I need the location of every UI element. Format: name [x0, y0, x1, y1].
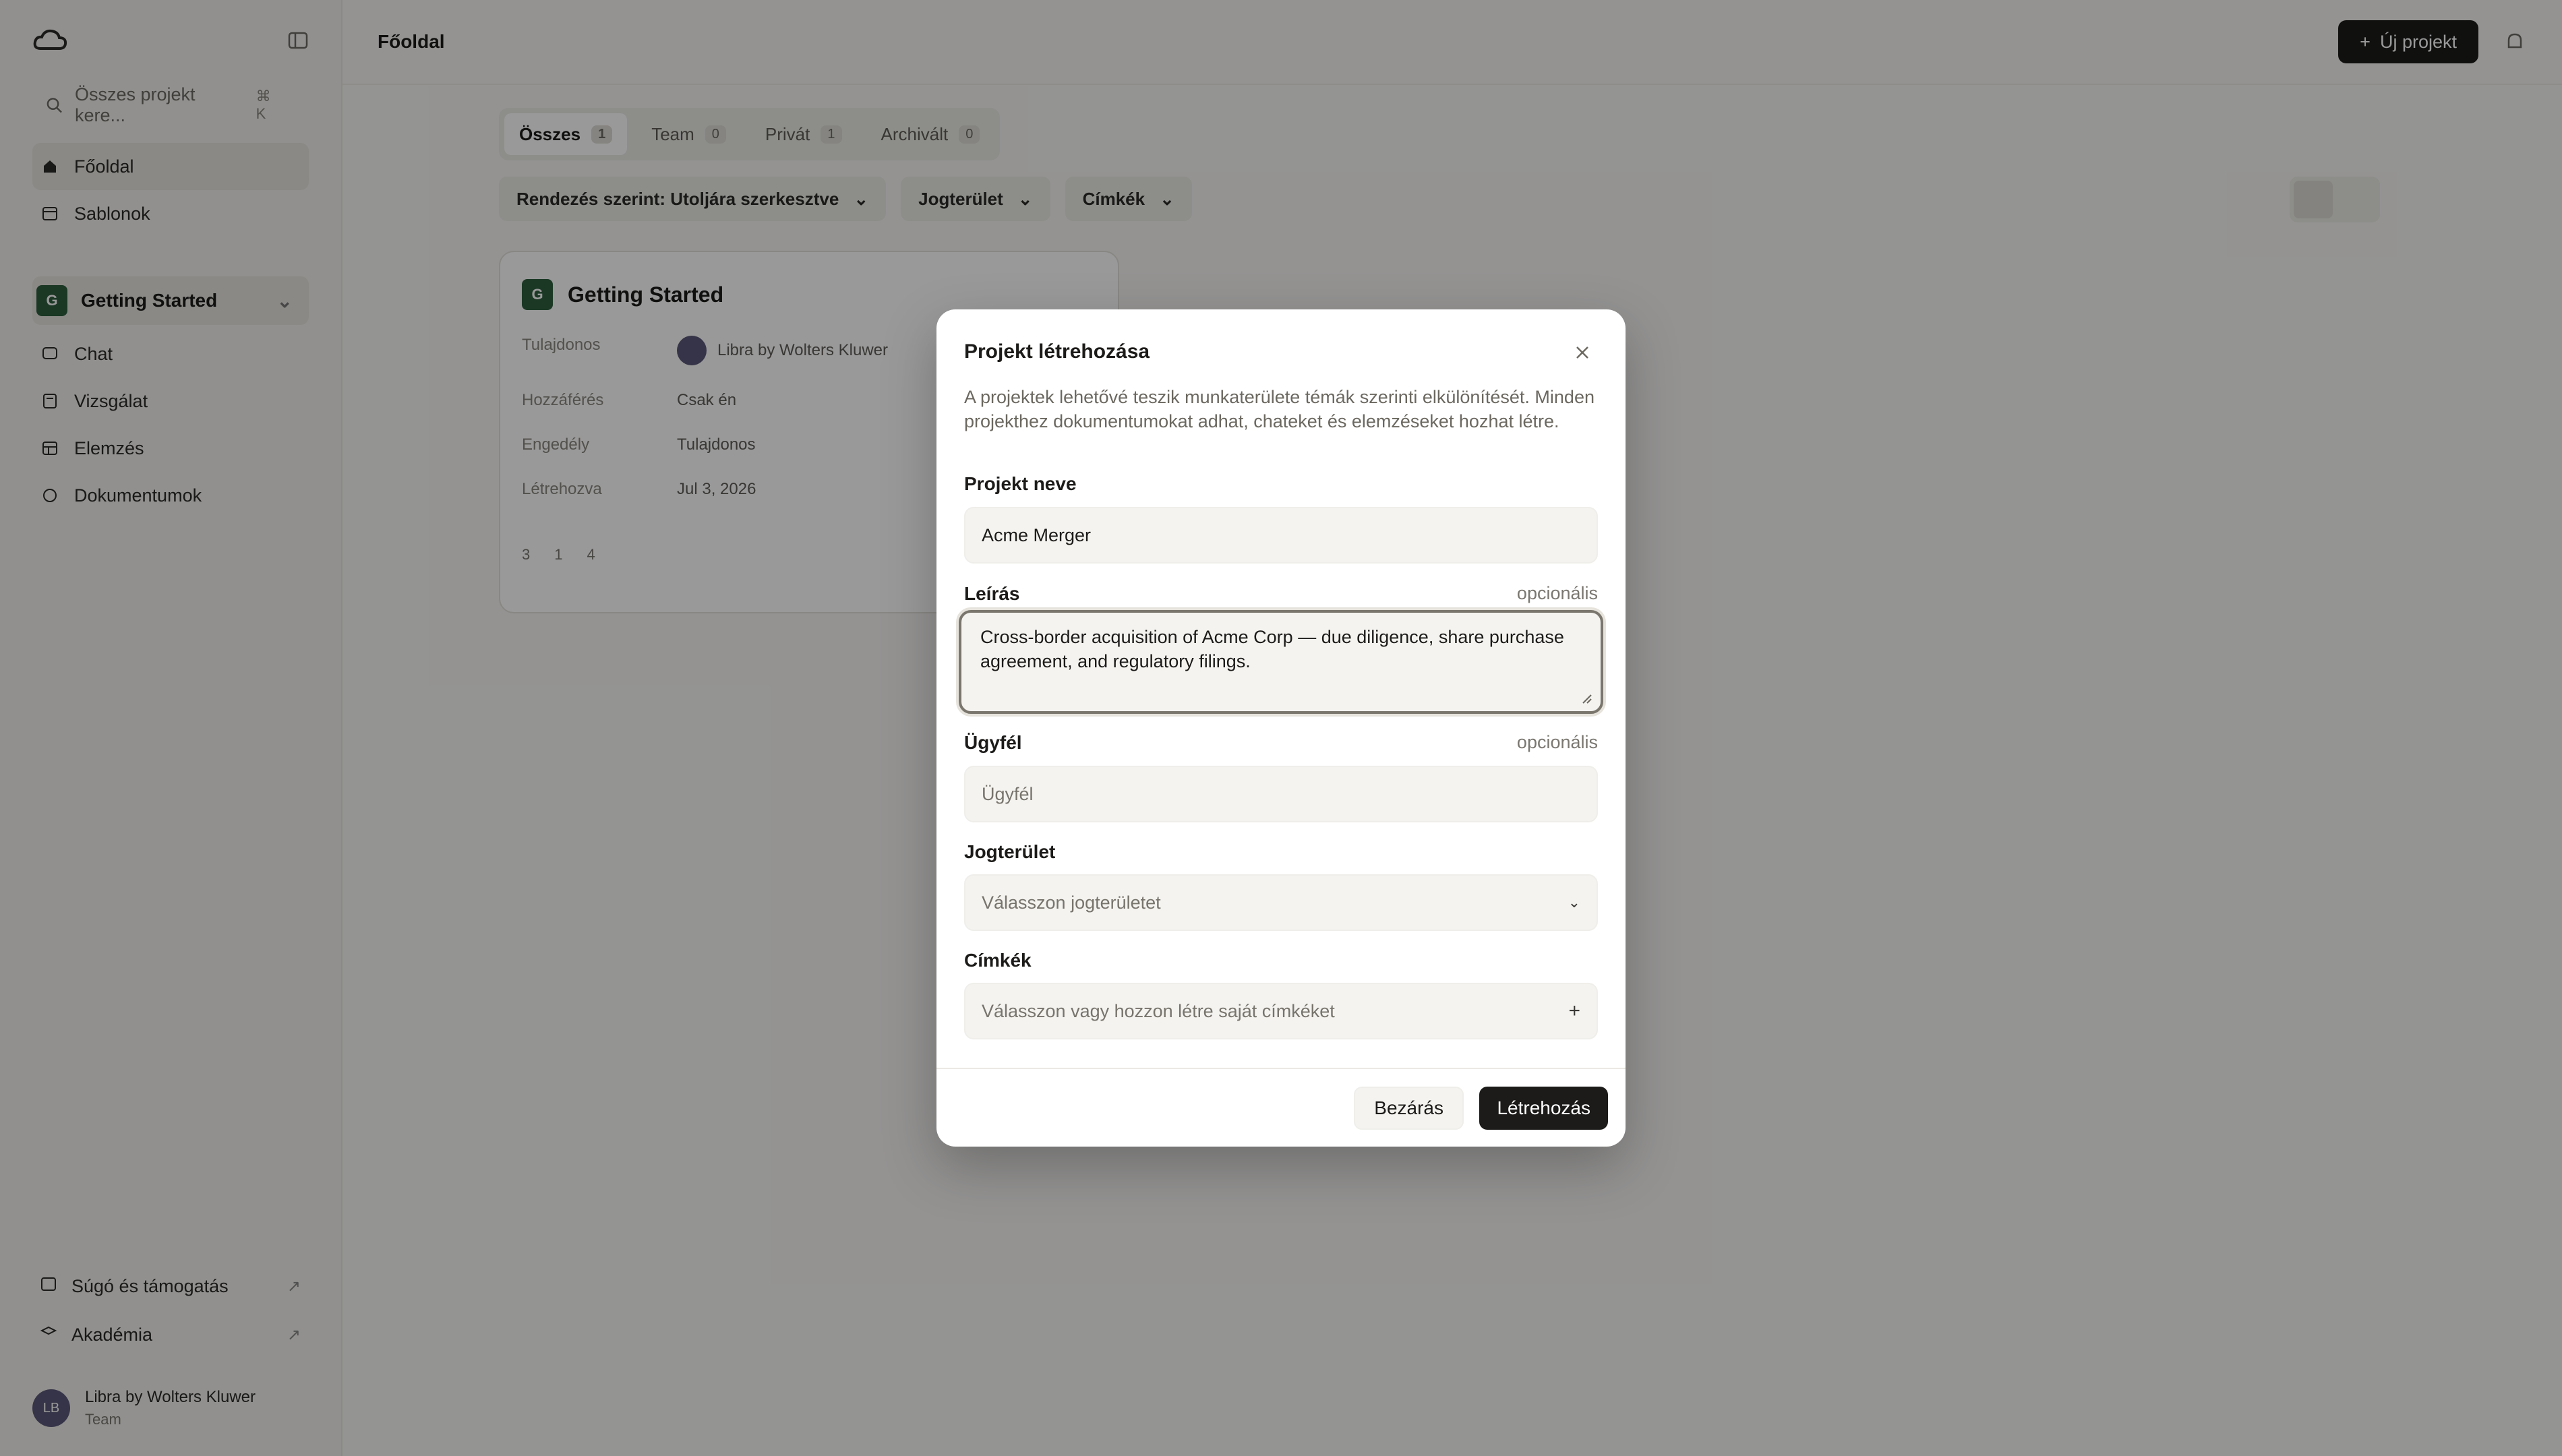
practice-area-placeholder: Válasszon jogterületet — [982, 892, 1161, 913]
description-optional: opcionális — [1516, 583, 1598, 603]
description-value: Cross-border acquisition of Acme Corp — … — [980, 627, 1564, 671]
tags-select[interactable]: Válasszon vagy hozzon létre saját címkék… — [964, 983, 1598, 1039]
create-project-dialog: Projekt létrehozása A projektek lehetővé… — [936, 309, 1626, 1147]
client-label: Ügyfél — [964, 732, 1022, 753]
dialog-title: Projekt létrehozása — [964, 340, 1150, 363]
description-label: Leírás — [964, 583, 1020, 604]
practice-area-label: Jogterület — [964, 841, 1056, 862]
project-name-label: Projekt neve — [964, 473, 1077, 494]
practice-area-select[interactable]: Válasszon jogterületet ⌄ — [964, 874, 1598, 931]
plus-icon: + — [1568, 1000, 1580, 1022]
dialog-description: A projektek lehetővé teszik munkaterület… — [964, 387, 1595, 431]
create-button[interactable]: Létrehozás — [1479, 1087, 1608, 1130]
tags-label: Címkék — [964, 950, 1032, 971]
close-button[interactable]: Bezárás — [1354, 1087, 1464, 1130]
client-input[interactable]: Ügyfél — [964, 766, 1598, 822]
dialog-footer — [936, 1068, 1626, 1069]
resize-handle-icon[interactable] — [1579, 691, 1592, 704]
client-optional: opcionális — [1516, 732, 1598, 752]
tags-placeholder: Válasszon vagy hozzon létre saját címkék… — [982, 1000, 1335, 1021]
description-textarea[interactable]: Cross-border acquisition of Acme Corp — … — [959, 610, 1603, 714]
close-icon[interactable] — [1569, 339, 1596, 366]
project-name-input[interactable]: Acme Merger — [964, 507, 1598, 564]
chevron-down-icon: ⌄ — [1568, 894, 1580, 911]
